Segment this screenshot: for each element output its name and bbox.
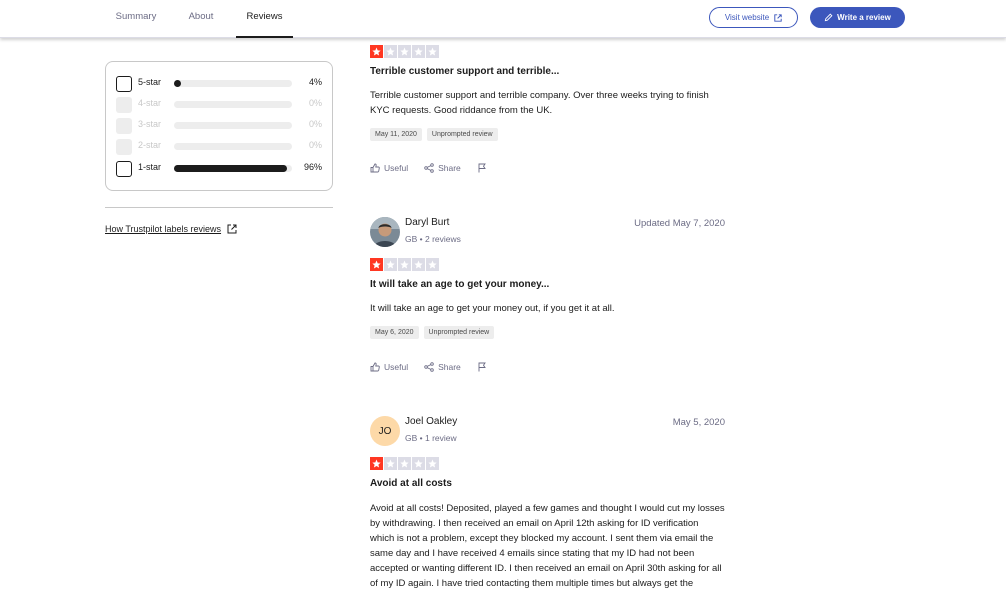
star-filter-panel: 5-star 4% 4-star 0% 3-star 0% 2-star 0% … bbox=[105, 61, 333, 191]
useful-button[interactable]: Useful bbox=[370, 163, 408, 173]
filter-percent: 0% bbox=[308, 140, 322, 150]
share-label: Share bbox=[438, 362, 461, 372]
thumbs-up-icon bbox=[370, 163, 380, 173]
filter-checkbox bbox=[116, 117, 132, 134]
reviewer-name[interactable]: Daryl Burt bbox=[405, 217, 449, 228]
filter-label: 3-star bbox=[138, 119, 162, 129]
filter-bar bbox=[174, 80, 292, 87]
flag-button[interactable] bbox=[477, 163, 487, 173]
filter-3-star: 3-star 0% bbox=[116, 117, 322, 134]
filter-label: 2-star bbox=[138, 140, 162, 150]
review-body: It will take an age to get your money ou… bbox=[370, 303, 615, 314]
review-title[interactable]: Terrible customer support and terrible..… bbox=[370, 66, 725, 77]
review-card: Terrible customer support and terrible..… bbox=[370, 45, 725, 173]
review-title[interactable]: It will take an age to get your money... bbox=[370, 279, 725, 290]
star-icon bbox=[412, 258, 425, 271]
filter-5-star[interactable]: 5-star 4% bbox=[116, 75, 322, 92]
star-rating bbox=[370, 45, 725, 58]
filter-checkbox[interactable] bbox=[116, 75, 132, 92]
filter-bar bbox=[174, 122, 292, 129]
external-link-icon bbox=[227, 224, 237, 234]
filter-bar bbox=[174, 101, 292, 108]
star-icon bbox=[384, 45, 397, 58]
useful-button[interactable]: Useful bbox=[370, 362, 408, 372]
filter-checkbox bbox=[116, 96, 132, 113]
filter-percent: 96% bbox=[303, 162, 322, 172]
visit-website-label: Visit website bbox=[724, 13, 770, 22]
reviewer-name[interactable]: Joel Oakley bbox=[405, 416, 457, 427]
filter-percent: 0% bbox=[308, 119, 322, 129]
star-icon bbox=[398, 45, 411, 58]
review-body: Avoid at all costs! Deposited, played a … bbox=[370, 503, 725, 589]
top-nav: Summary About Reviews Visit website Writ… bbox=[0, 0, 1006, 38]
experience-date-badge: May 6, 2020 bbox=[370, 326, 419, 339]
useful-label: Useful bbox=[384, 362, 409, 372]
sidebar-divider bbox=[105, 207, 333, 208]
star-icon bbox=[370, 457, 383, 470]
unprompted-badge[interactable]: Unprompted review bbox=[423, 326, 495, 339]
star-icon bbox=[412, 45, 425, 58]
filter-4-star: 4-star 0% bbox=[116, 96, 322, 113]
thumbs-up-icon bbox=[370, 362, 380, 372]
avatar[interactable] bbox=[370, 217, 400, 247]
filter-label: 1-star bbox=[138, 162, 162, 172]
review-body: Terrible customer support and terrible c… bbox=[370, 90, 709, 116]
filter-bar bbox=[174, 143, 292, 150]
user-photo-icon bbox=[370, 217, 400, 247]
write-review-label: Write a review bbox=[837, 13, 891, 22]
star-icon bbox=[398, 258, 411, 271]
star-icon bbox=[384, 457, 397, 470]
flag-icon bbox=[478, 362, 486, 372]
star-rating bbox=[370, 457, 725, 470]
filter-checkbox[interactable] bbox=[116, 160, 132, 177]
review-date: May 5, 2020 bbox=[672, 417, 725, 428]
reviewer-meta: GB • 1 review bbox=[405, 433, 457, 443]
star-icon bbox=[370, 258, 383, 271]
share-icon bbox=[424, 163, 434, 173]
tab-about[interactable]: About bbox=[178, 0, 224, 38]
filter-bar bbox=[174, 165, 292, 172]
tab-summary[interactable]: Summary bbox=[104, 0, 168, 38]
star-icon bbox=[398, 457, 411, 470]
avatar-initials[interactable]: JO bbox=[370, 416, 400, 446]
review-title[interactable]: Avoid at all costs bbox=[370, 478, 725, 489]
flag-icon bbox=[478, 163, 486, 173]
filter-label: 4-star bbox=[138, 98, 162, 108]
filter-1-star[interactable]: 1-star 96% bbox=[116, 160, 322, 177]
star-icon bbox=[426, 45, 439, 58]
star-icon bbox=[412, 457, 425, 470]
filter-checkbox bbox=[116, 138, 132, 155]
pencil-icon bbox=[824, 13, 833, 22]
filter-percent: 4% bbox=[308, 77, 322, 87]
filter-percent: 0% bbox=[308, 98, 322, 108]
how-labels-link[interactable]: How Trustpilot labels reviews bbox=[105, 224, 237, 234]
experience-date-badge: May 11, 2020 bbox=[370, 128, 422, 141]
unprompted-badge[interactable]: Unprompted review bbox=[426, 128, 498, 141]
filter-label: 5-star bbox=[138, 77, 162, 87]
flag-button[interactable] bbox=[477, 362, 487, 372]
star-icon bbox=[384, 258, 397, 271]
review-card: Daryl Burt GB • 2 reviews Updated May 7,… bbox=[370, 217, 725, 382]
how-labels-label: How Trustpilot labels reviews bbox=[105, 224, 222, 234]
star-rating bbox=[370, 258, 725, 271]
reviewer-meta: GB • 2 reviews bbox=[405, 234, 461, 244]
useful-label: Useful bbox=[384, 163, 409, 173]
review-date: Updated May 7, 2020 bbox=[634, 218, 725, 229]
star-icon bbox=[426, 457, 439, 470]
share-button[interactable]: Share bbox=[424, 362, 461, 372]
share-button[interactable]: Share bbox=[424, 163, 461, 173]
write-review-button[interactable]: Write a review bbox=[810, 7, 905, 28]
star-icon bbox=[370, 45, 383, 58]
visit-website-button[interactable]: Visit website bbox=[709, 7, 798, 28]
filter-2-star: 2-star 0% bbox=[116, 138, 322, 155]
tab-reviews[interactable]: Reviews bbox=[236, 0, 293, 38]
share-icon bbox=[424, 362, 434, 372]
star-icon bbox=[426, 258, 439, 271]
external-link-icon bbox=[774, 13, 782, 22]
share-label: Share bbox=[438, 163, 461, 173]
